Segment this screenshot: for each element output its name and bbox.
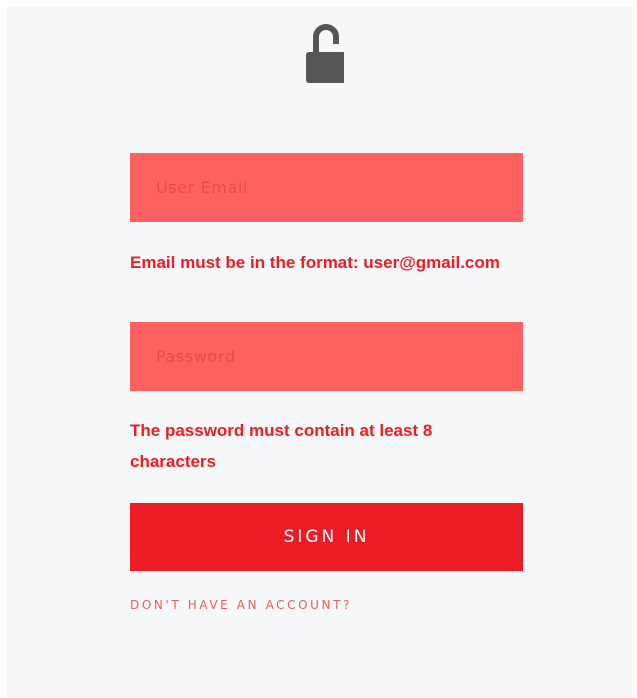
unlocked-padlock-icon <box>298 22 344 84</box>
create-account-link[interactable]: DON'T HAVE AN ACCOUNT? <box>130 598 352 612</box>
email-error-message: Email must be in the format: user@gmail.… <box>130 253 500 272</box>
email-field[interactable] <box>130 153 523 222</box>
sign-in-button[interactable]: SIGN IN <box>130 503 523 571</box>
password-field[interactable] <box>130 322 523 391</box>
page: Email must be in the format: user@gmail.… <box>0 0 637 698</box>
password-error-message: The password must contain at least 8 cha… <box>130 421 433 471</box>
